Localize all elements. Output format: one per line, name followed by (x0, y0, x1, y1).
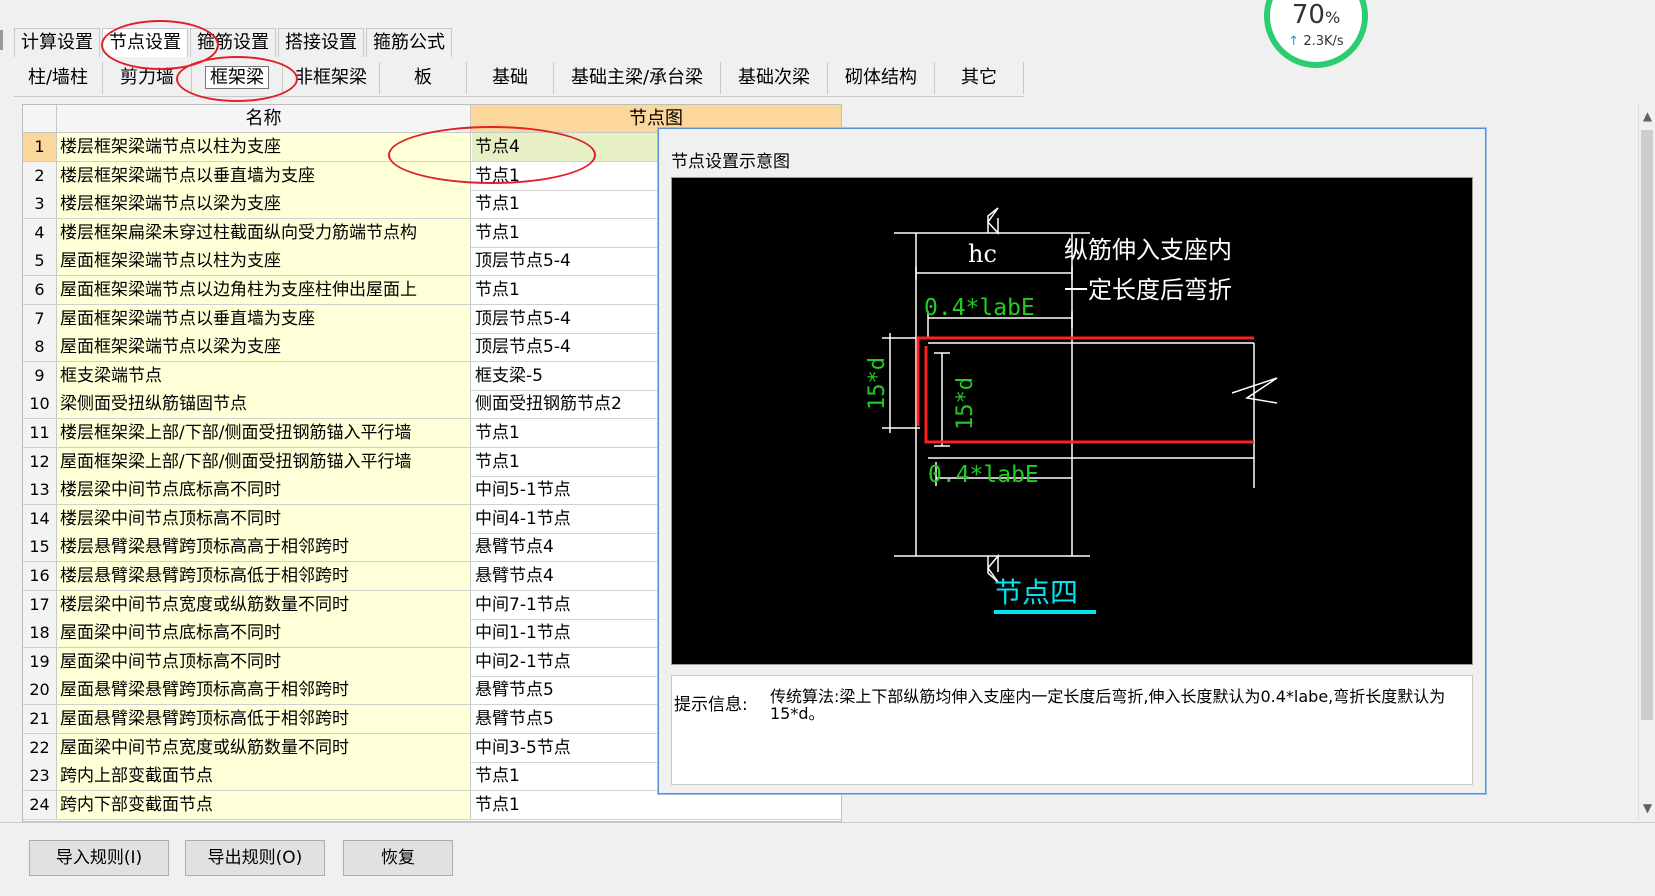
row-node-value-cell[interactable]: 节点1 (472, 791, 840, 819)
row-name-cell: 屋面悬臂梁悬臂跨顶标高高于相邻跨时 (57, 676, 471, 705)
row-name-cell: 屋面框架梁端节点以柱为支座 (57, 247, 471, 276)
scroll-down-arrow-icon[interactable]: ▼ (1639, 798, 1655, 818)
row-name-cell: 楼层框架梁上部/下部/侧面受扭钢筋锚入平行墙 (57, 419, 471, 447)
subtab-slab[interactable]: 板 (380, 62, 467, 94)
tip-label: 提示信息: (674, 695, 748, 715)
grid-header-corner (23, 105, 57, 132)
row-number: 9 (23, 361, 57, 390)
row-number: 24 (23, 790, 57, 819)
row-number: 4 (23, 218, 57, 247)
popup-title: 节点设置示意图 (671, 152, 790, 172)
row-number: 1 (23, 133, 57, 161)
export-rules-button[interactable]: 导出规则(O) (185, 840, 325, 876)
diagram-hc-label: hc (968, 240, 997, 268)
row-number: 13 (23, 476, 57, 505)
row-number: 10 (23, 390, 57, 419)
upload-arrow-icon: ↑ (1288, 34, 1300, 49)
grid-header-name[interactable]: 名称 (57, 105, 471, 132)
row-number: 8 (23, 333, 57, 362)
subtab-foundation-main-beam[interactable]: 基础主梁/承台梁 (554, 62, 721, 94)
row-number: 17 (23, 590, 57, 619)
diagram-outer-bend-length: 15*d (865, 357, 890, 410)
subtab-shear-wall[interactable]: 剪力墙 (103, 62, 192, 94)
row-number: 20 (23, 676, 57, 705)
row-number: 12 (23, 447, 57, 476)
row-number: 23 (23, 762, 57, 791)
row-number: 3 (23, 190, 57, 219)
node-diagram-popup: 节点设置示意图 hc 纵筋伸入支座内 一定长度后弯折 0.4*labE 0.4*… (658, 128, 1486, 794)
row-number: 14 (23, 504, 57, 533)
row-number: 21 (23, 705, 57, 733)
subtab-frame-beam-label: 框架梁 (205, 66, 269, 89)
row-name-cell: 梁侧面受扭纵筋锚固节点 (57, 390, 471, 419)
tip-text: 传统算法:梁上下部纵筋均伸入支座内一定长度后弯折,伸入长度默认为0.4*labe… (770, 687, 1446, 723)
network-speed-widget[interactable]: 70% ↑ 2.3K/s (1264, 0, 1368, 68)
subtab-frame-beam[interactable]: 框架梁 (192, 62, 283, 94)
row-name-cell: 屋面框架梁端节点以梁为支座 (57, 333, 471, 362)
row-number: 6 (23, 276, 57, 304)
sub-tab-bar: 柱/墙柱 剪力墙 框架梁 非框架梁 板 基础 基础主梁/承台梁 基础次梁 砌体结… (14, 62, 1024, 97)
row-name-cell: 跨内上部变截面节点 (57, 762, 471, 791)
subtab-other[interactable]: 其它 (935, 62, 1024, 94)
row-name-cell: 屋面梁中间节点顶标高不同时 (57, 647, 471, 676)
row-number: 2 (23, 161, 57, 190)
scrollbar-thumb[interactable] (1641, 130, 1653, 720)
tab-calc-settings[interactable]: 计算设置 (14, 28, 100, 57)
subtab-foundation[interactable]: 基础 (467, 62, 554, 94)
row-name-cell: 屋面框架梁端节点以垂直墙为支座 (57, 304, 471, 333)
row-number: 18 (23, 619, 57, 648)
row-number: 7 (23, 304, 57, 333)
diagram-note-line2: 一定长度后弯折 (1064, 276, 1232, 304)
window-edge (0, 30, 3, 50)
scroll-up-arrow-icon[interactable]: ▲ (1639, 106, 1655, 126)
node-diagram-svg: hc 纵筋伸入支座内 一定长度后弯折 0.4*labE 0.4*labE 15*… (865, 207, 1278, 614)
diagram-caption: 节点四 (994, 576, 1078, 609)
restore-button[interactable]: 恢复 (343, 840, 453, 876)
tip-box: 提示信息: 传统算法:梁上下部纵筋均伸入支座内一定长度后弯折,伸入长度默认为0.… (671, 675, 1473, 785)
row-name-cell: 楼层框架扁梁未穿过柱截面纵向受力筋端节点构 (57, 218, 471, 247)
speed-percent: 70% (1291, 0, 1341, 30)
diagram-inner-bend-length: 15*d (953, 377, 978, 430)
row-number: 15 (23, 533, 57, 562)
row-name-cell: 楼层悬臂梁悬臂跨顶标高低于相邻跨时 (57, 562, 471, 590)
row-number: 5 (23, 247, 57, 276)
row-name-cell: 屋面梁中间节点底标高不同时 (57, 619, 471, 648)
subtab-masonry[interactable]: 砌体结构 (828, 62, 935, 94)
diagram-note-line1: 纵筋伸入支座内 (1064, 236, 1232, 264)
table-row[interactable]: 24 跨内下部变截面节点 节点1 (23, 790, 841, 820)
row-name-cell: 屋面框架梁上部/下部/侧面受扭钢筋锚入平行墙 (57, 447, 471, 476)
tab-stirrup-settings[interactable]: 箍筋设置 (190, 28, 276, 57)
row-name-cell: 楼层悬臂梁悬臂跨顶标高高于相邻跨时 (57, 533, 471, 562)
row-name-cell: 屋面悬臂梁悬臂跨顶标高低于相邻跨时 (57, 705, 471, 733)
row-name-cell: 楼层框架梁端节点以垂直墙为支座 (57, 161, 471, 190)
speed-rate: ↑ 2.3K/s (1288, 34, 1344, 49)
row-number: 22 (23, 733, 57, 762)
tab-stirrup-formula[interactable]: 箍筋公式 (366, 28, 452, 57)
subtab-foundation-secondary-beam[interactable]: 基础次梁 (721, 62, 828, 94)
row-name-cell: 楼层框架梁端节点以梁为支座 (57, 190, 471, 219)
bottom-button-bar: 导入规则(I) 导出规则(O) 恢复 (0, 822, 1655, 896)
row-number: 19 (23, 647, 57, 676)
row-name-cell: 框支梁端节点 (57, 361, 471, 390)
top-tab-bar: 计算设置 节点设置 箍筋设置 搭接设置 箍筋公式 (14, 28, 454, 58)
row-name-cell: 屋面框架梁端节点以边角柱为支座柱伸出屋面上 (57, 276, 471, 304)
subtab-non-frame-beam[interactable]: 非框架梁 (283, 62, 380, 94)
row-name-cell: 跨内下部变截面节点 (57, 790, 471, 819)
diagram-top-length: 0.4*labE (924, 295, 1035, 321)
tab-node-settings[interactable]: 节点设置 (102, 28, 188, 57)
subtab-column[interactable]: 柱/墙柱 (14, 62, 103, 94)
row-number: 16 (23, 562, 57, 590)
diagram-bottom-length: 0.4*labE (928, 462, 1039, 488)
row-number: 11 (23, 419, 57, 447)
row-name-cell: 屋面梁中间节点宽度或纵筋数量不同时 (57, 733, 471, 762)
row-name-cell: 楼层梁中间节点顶标高不同时 (57, 504, 471, 533)
row-name-cell: 楼层框架梁端节点以柱为支座 (57, 133, 471, 161)
import-rules-button[interactable]: 导入规则(I) (29, 840, 169, 876)
tab-lap-settings[interactable]: 搭接设置 (278, 28, 364, 57)
row-name-cell: 楼层梁中间节点底标高不同时 (57, 476, 471, 505)
node-diagram-canvas: hc 纵筋伸入支座内 一定长度后弯折 0.4*labE 0.4*labE 15*… (671, 177, 1473, 665)
vertical-scrollbar[interactable]: ▲ ▼ (1638, 104, 1655, 820)
row-name-cell: 楼层梁中间节点宽度或纵筋数量不同时 (57, 590, 471, 619)
